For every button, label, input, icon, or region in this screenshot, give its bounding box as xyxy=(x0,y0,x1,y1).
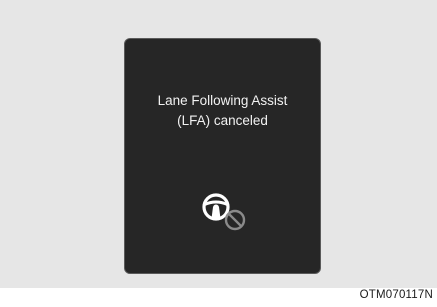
lfa-message: Lane Following Assist (LFA) canceled xyxy=(125,91,320,131)
steering-wheel-icon xyxy=(202,193,230,221)
figure-background: Lane Following Assist (LFA) canceled xyxy=(0,0,437,288)
message-line-1: Lane Following Assist xyxy=(157,93,288,108)
message-line-2: (LFA) canceled xyxy=(177,113,268,128)
cancel-icon xyxy=(224,209,246,231)
cluster-display: Lane Following Assist (LFA) canceled xyxy=(124,38,321,274)
figure-code: OTM070117N xyxy=(359,289,433,301)
steering-wheel-canceled-icon xyxy=(202,193,246,231)
